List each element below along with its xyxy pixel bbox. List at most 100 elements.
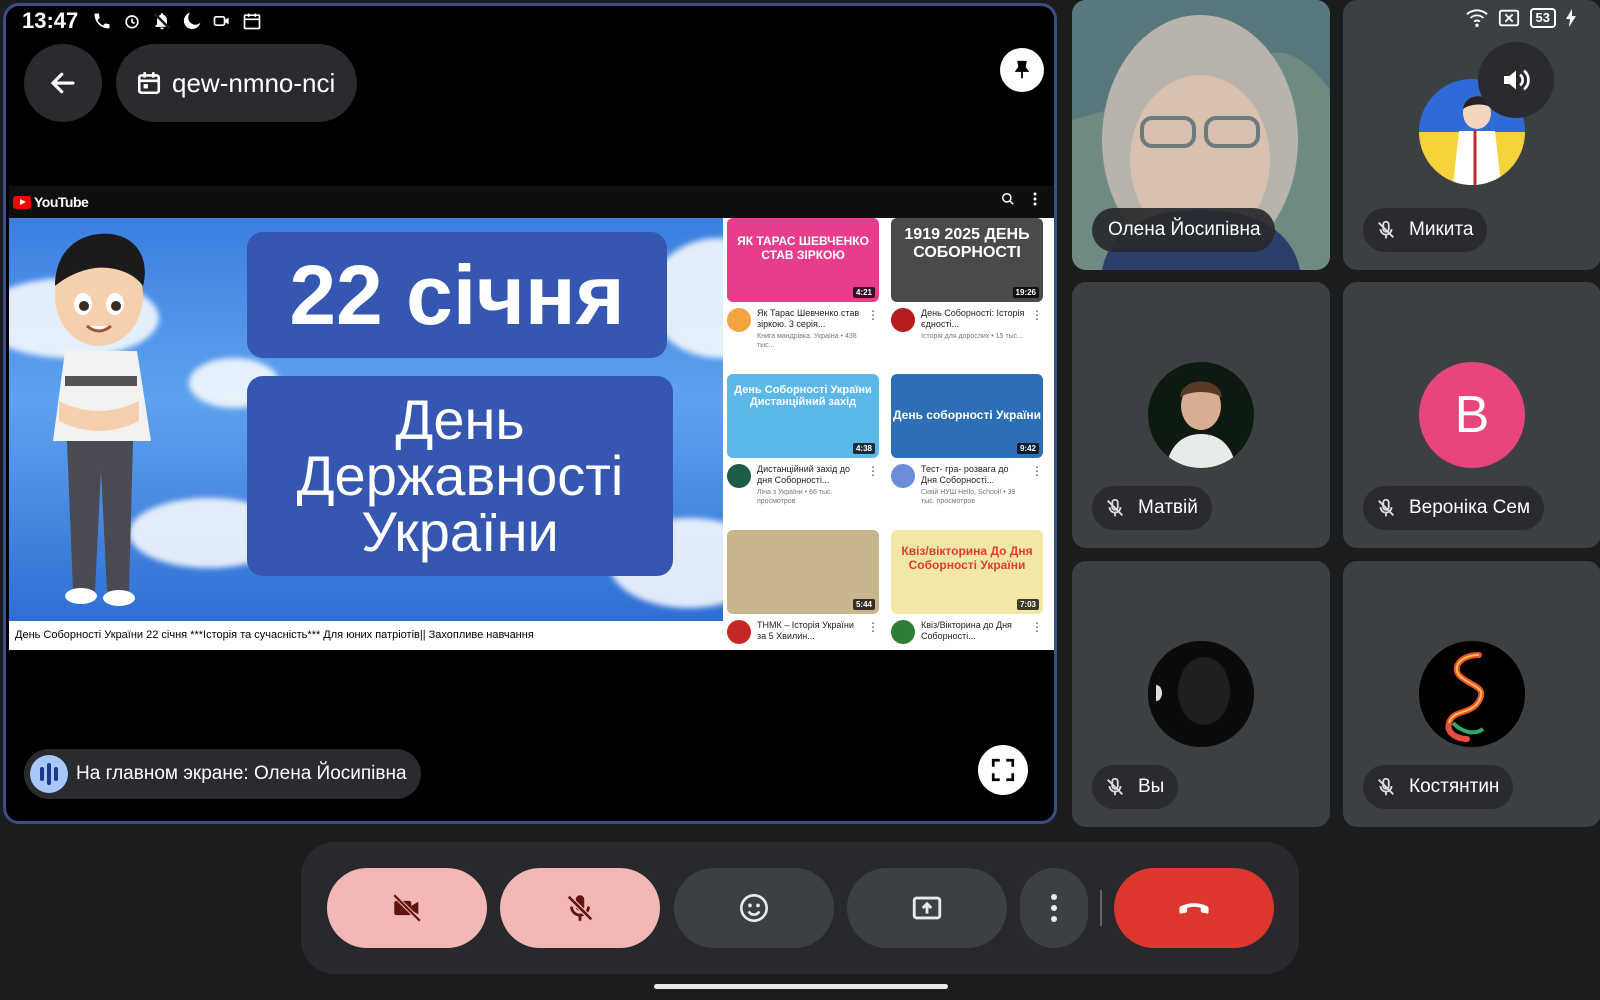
reactions-button[interactable] <box>674 868 834 948</box>
participant-name-chip: Вы <box>1092 765 1179 809</box>
video-frame: 22 січня День Державності України <box>9 218 723 621</box>
recommendation-thumbnail: 1919 2025 ДЕНЬ СОБОРНОСТІ 19:26 <box>891 218 1043 302</box>
more-vertical-icon[interactable]: ⋮ <box>867 308 879 350</box>
present-screen-button[interactable] <box>847 868 1007 948</box>
more-options-button[interactable] <box>1020 868 1088 948</box>
battery-level: 53 <box>1529 8 1556 28</box>
title-panel-holiday: День Державності України <box>247 376 673 576</box>
wifi-icon <box>1465 9 1488 27</box>
fullscreen-icon <box>991 758 1015 782</box>
fullscreen-button[interactable] <box>978 745 1028 795</box>
present-screen-icon <box>912 896 942 920</box>
channel-avatar <box>727 620 751 644</box>
mic-off-icon <box>1102 495 1128 521</box>
youtube-recommendations: ЯК ТАРАС ШЕВЧЕНКО СТАВ ЗІРКОЮ 4:21 Як Тар… <box>725 218 1054 650</box>
mic-toggle-button[interactable] <box>500 868 660 948</box>
participant-tile-olena[interactable]: Олена Йосипівна <box>1072 0 1330 270</box>
participant-avatar <box>1419 641 1525 747</box>
dragon-avatar <box>1419 641 1525 747</box>
youtube-logo: YouTube <box>13 194 89 210</box>
recommendation-card[interactable]: 5:44 ТНМК – Історія України за 5 Хвилин.… <box>727 530 879 644</box>
mic-off-icon <box>1102 774 1128 800</box>
participant-avatar <box>1148 362 1254 468</box>
recommendation-card[interactable]: Квіз/вікторина До Дня Соборності України… <box>891 530 1043 644</box>
mic-off-icon <box>1373 774 1399 800</box>
volume-up-icon <box>1504 69 1530 91</box>
youtube-header: YouTube <box>9 186 1054 218</box>
spotlight-label: На главном экране: Олена Йосипівна <box>76 763 407 784</box>
dark-photo-avatar <box>1148 641 1254 747</box>
charging-icon <box>1566 9 1576 27</box>
alarm-icon <box>125 15 139 29</box>
participant-name-chip: Вероніка Сем <box>1363 486 1545 530</box>
more-vertical-icon[interactable]: ⋮ <box>1031 620 1043 644</box>
more-vertical-icon[interactable]: ⋮ <box>1031 308 1043 341</box>
status-right: 53 <box>1465 8 1576 28</box>
channel-avatar <box>891 308 915 332</box>
spotlight-chip[interactable]: На главном экране: Олена Йосипівна <box>24 749 421 799</box>
channel-avatar <box>891 464 915 488</box>
call-icon <box>94 13 110 29</box>
call-end-icon <box>1179 903 1209 914</box>
meeting-code-chip[interactable]: qew-nmno-nci <box>116 44 358 122</box>
recommendation-thumbnail: Квіз/вікторина До Дня Соборності України… <box>891 530 1043 614</box>
channel-avatar <box>727 464 751 488</box>
participant-tile-kostiantyn[interactable]: Костянтин <box>1343 561 1600 827</box>
speaker-button[interactable] <box>1478 42 1554 118</box>
youtube-play-icon <box>13 195 31 209</box>
channel-avatar <box>891 620 915 644</box>
participant-name-chip: Микита <box>1363 208 1488 252</box>
more-vertical-icon[interactable]: ⋮ <box>867 464 879 506</box>
recommendation-thumbnail: 5:44 <box>727 530 879 614</box>
title-panel-date: 22 січня <box>247 232 667 358</box>
mic-off-icon <box>566 894 594 922</box>
emoji-icon <box>740 894 768 922</box>
calendar-icon <box>243 13 261 30</box>
status-time: 13:47 <box>22 8 79 33</box>
participant-tile-you[interactable]: Вы <box>1072 561 1330 827</box>
status-bar: 13:47 <box>22 6 262 36</box>
videocam-off-icon <box>392 893 422 923</box>
shared-screen-stage[interactable]: qew-nmno-nci YouTube 22 січня День Держа… <box>3 3 1057 824</box>
recommendation-card[interactable]: День соборності України 9:42 Тест- гра- р… <box>891 374 1043 506</box>
shared-youtube-page: YouTube 22 січня День Державності Україн… <box>9 186 1054 650</box>
recommendation-thumbnail: День соборності України 9:42 <box>891 374 1043 458</box>
do-not-disturb-icon <box>184 12 201 30</box>
controls-divider <box>1100 890 1102 926</box>
leave-call-button[interactable] <box>1114 868 1274 948</box>
participant-name-chip: Матвій <box>1092 486 1212 530</box>
participant-tile-veronika[interactable]: В Вероніка Сем <box>1343 282 1600 548</box>
mic-off-icon <box>1373 495 1399 521</box>
more-vertical-icon[interactable]: ⋮ <box>867 620 879 644</box>
pin-icon <box>1014 60 1030 79</box>
camera-icon <box>213 16 229 26</box>
more-vertical-icon <box>1051 894 1057 922</box>
arrow-back-icon <box>50 72 75 94</box>
camera-toggle-button[interactable] <box>327 868 487 948</box>
gesture-home-bar[interactable] <box>654 984 948 989</box>
recommendation-thumbnail: День Соборності України Дистанційний зах… <box>727 374 879 458</box>
recommendation-card[interactable]: 1919 2025 ДЕНЬ СОБОРНОСТІ 19:26 День Собо… <box>891 218 1043 341</box>
letter-avatar: В <box>1419 362 1525 468</box>
sim-off-icon <box>1498 9 1519 27</box>
participant-name-chip: Олена Йосипівна <box>1092 208 1275 252</box>
meeting-code: qew-nmno-nci <box>172 67 336 98</box>
more-vertical-icon <box>1033 192 1037 206</box>
cartoon-boy-illustration <box>53 233 151 606</box>
notifications-off-icon <box>153 12 171 30</box>
participant-avatar <box>1148 641 1254 747</box>
recommendation-thumbnail: ЯК ТАРАС ШЕВЧЕНКО СТАВ ЗІРКОЮ 4:21 <box>727 218 879 302</box>
video-caption: День Соборності України 22 січня ***Істо… <box>9 621 723 650</box>
pin-button[interactable] <box>1000 48 1044 92</box>
photo-avatar <box>1148 362 1254 468</box>
more-vertical-icon[interactable]: ⋮ <box>1031 464 1043 506</box>
participant-name-chip: Костянтин <box>1363 765 1514 809</box>
search-icon <box>1002 193 1014 205</box>
participant-tile-matvii[interactable]: Матвій <box>1072 282 1330 548</box>
participant-tile-mykyta[interactable]: Микита <box>1343 0 1600 270</box>
recommendation-card[interactable]: ЯК ТАРАС ШЕВЧЕНКО СТАВ ЗІРКОЮ 4:21 Як Тар… <box>727 218 879 350</box>
mic-off-icon <box>1373 217 1399 243</box>
channel-avatar <box>727 308 751 332</box>
recommendation-card[interactable]: День Соборності України Дистанційний зах… <box>727 374 879 506</box>
back-button[interactable] <box>24 44 102 122</box>
